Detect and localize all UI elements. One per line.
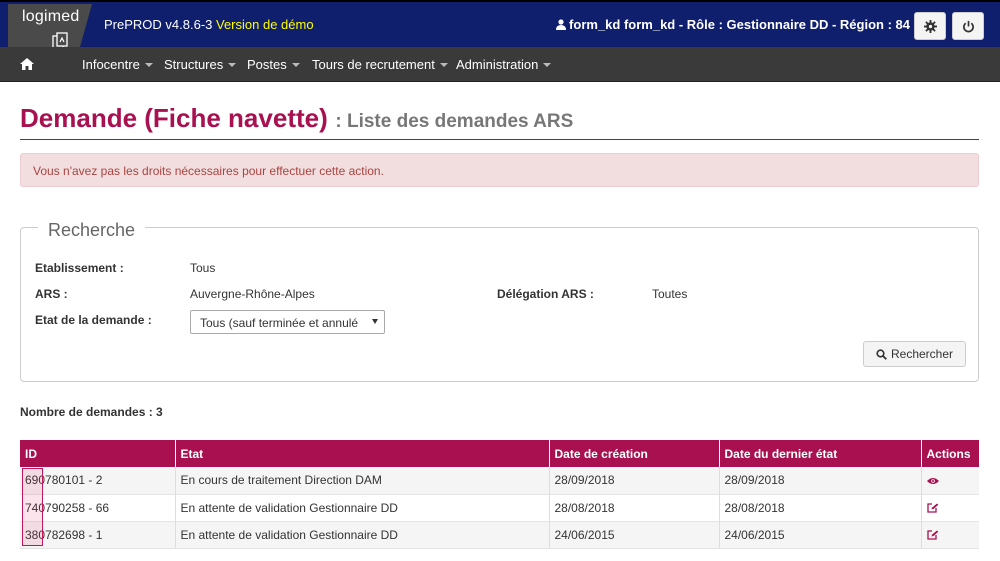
page-title-main: Demande (Fiche navette) [20, 103, 328, 133]
column-header-etat[interactable]: Etat [175, 440, 550, 467]
app-name: PrePROD v4.8.6-3 [104, 17, 213, 32]
nav-item-postes[interactable]: Postes [247, 57, 300, 72]
column-header-id[interactable]: ID [20, 440, 176, 467]
nav-item-label: Structures [164, 57, 224, 72]
view-icon[interactable] [926, 476, 939, 486]
title-divider [20, 139, 979, 140]
ars-label: ARS : [35, 287, 68, 301]
cell-etat: En attente de validation Gestionnaire DD [175, 494, 550, 522]
caret-down-icon [228, 63, 237, 67]
results-table: ID Etat Date de création Date du dernier… [20, 440, 979, 549]
nav-item-administration[interactable]: Administration [456, 57, 552, 72]
cell-id: 740790258 - 66 [20, 494, 176, 522]
dropdown-arrow-icon [372, 319, 378, 324]
cell-id: 690780101 - 2 [20, 467, 176, 495]
edit-icon[interactable] [926, 503, 939, 513]
search-button-label: Rechercher [890, 347, 954, 361]
etat-label: Etat de la demande : [35, 313, 152, 327]
etablissement-label: Etablissement : [35, 261, 124, 275]
nav-item-structures[interactable]: Structures [164, 57, 237, 72]
app-version: PrePROD v4.8.6-3 Version de démo [104, 17, 314, 32]
nav-item-label: Infocentre [82, 57, 140, 72]
search-legend: Recherche [38, 220, 146, 241]
cell-actions [921, 521, 979, 549]
cell-date-dernier-etat: 28/09/2018 [719, 467, 922, 495]
cell-id: 380782698 - 1 [20, 521, 176, 549]
table-row: 380782698 - 1 En attente de validation G… [20, 521, 979, 549]
nav-item-infocentre[interactable]: Infocentre [82, 57, 153, 72]
cell-actions [921, 467, 979, 495]
user-info: form_kd form_kd - Rôle : Gestionnaire DD… [556, 17, 910, 32]
search-button[interactable]: Rechercher [863, 341, 966, 367]
page-subtitle: : Liste des demandes ARS [335, 111, 574, 132]
caret-down-icon [291, 63, 300, 67]
search-icon [876, 348, 887, 360]
search-panel [20, 227, 979, 382]
nav-item-label: Tours de recrutement [312, 57, 435, 72]
caret-down-icon [144, 63, 153, 67]
cell-etat: En cours de traitement Direction DAM [175, 467, 550, 495]
cell-date-creation: 24/06/2015 [549, 521, 720, 549]
table-header-row: ID Etat Date de création Date du dernier… [20, 440, 979, 467]
edit-icon[interactable] [926, 530, 939, 540]
gear-icon [923, 19, 937, 33]
cell-date-dernier-etat: 24/06/2015 [719, 521, 922, 549]
table-row: 740790258 - 66 En attente de validation … [20, 494, 979, 522]
power-icon [962, 20, 974, 32]
ars-value: Auvergne-Rhône-Alpes [190, 287, 315, 301]
table-row: 690780101 - 2 En cours de traitement Dir… [20, 467, 979, 495]
column-header-date-creation[interactable]: Date de création [549, 440, 720, 467]
demo-label: Version de démo [216, 17, 314, 32]
logo-text: logimed [22, 8, 80, 25]
etablissement-value: Tous [190, 261, 216, 275]
nav-item-tours-de-recrutement[interactable]: Tours de recrutement [312, 57, 448, 72]
nav-item-label: Postes [247, 57, 287, 72]
results-count: Nombre de demandes : 3 [20, 405, 163, 419]
etat-select[interactable]: Tous (sauf terminée et annulé [190, 310, 385, 334]
etat-select-value: Tous (sauf terminée et annulé [200, 316, 359, 330]
cell-date-creation: 28/09/2018 [549, 467, 720, 495]
column-header-actions: Actions [921, 440, 979, 467]
logo[interactable]: logimed [8, 4, 92, 49]
cell-date-dernier-etat: 28/08/2018 [719, 494, 922, 522]
main-navbar: Infocentre Structures Postes Tours de re… [0, 47, 1000, 82]
cell-actions [921, 494, 979, 522]
caret-down-icon [543, 63, 552, 67]
nav-item-label: Administration [456, 57, 539, 72]
cell-etat: En attente de validation Gestionnaire DD [175, 521, 550, 549]
column-header-date-dernier-etat[interactable]: Date du dernier état [719, 440, 922, 467]
error-alert: Vous n'avez pas les droits nécessaires p… [20, 153, 979, 187]
delegation-label: Délégation ARS : [497, 287, 594, 301]
user-info-text: form_kd form_kd - Rôle : Gestionnaire DD… [569, 17, 910, 32]
logout-button[interactable] [952, 12, 984, 40]
caret-down-icon [439, 63, 448, 67]
cell-date-creation: 28/08/2018 [549, 494, 720, 522]
page-title: Demande (Fiche navette) : Liste des dema… [20, 103, 573, 134]
settings-button[interactable] [914, 12, 946, 40]
top-bar: logimed PrePROD v4.8.6-3 Version de démo… [0, 0, 1000, 49]
user-icon [556, 19, 567, 30]
delegation-value: Toutes [652, 287, 688, 301]
home-icon[interactable] [20, 58, 34, 70]
